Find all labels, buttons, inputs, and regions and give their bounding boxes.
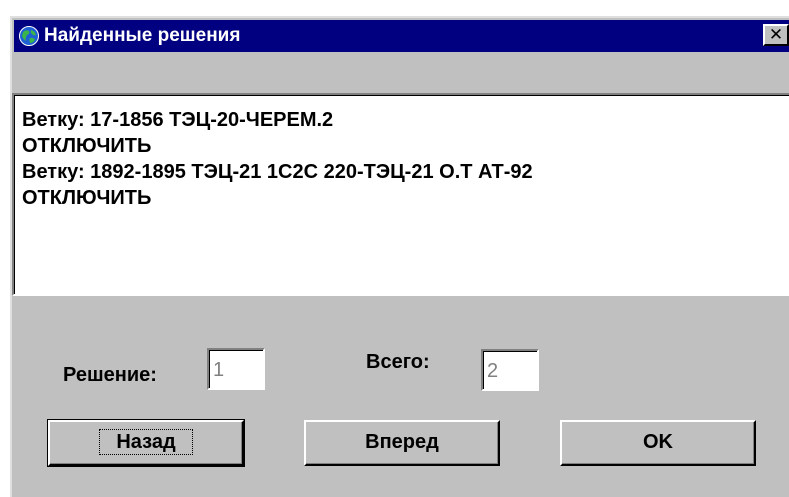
solution-text-area[interactable]: Ветку: 17-1856 ТЭЦ-20-ЧЕРЕМ.2 ОТКЛЮЧИТЬ … (12, 93, 789, 296)
back-button[interactable]: Назад (47, 419, 245, 467)
total-label: Всего: (366, 351, 430, 373)
solution-line: Ветку: 17-1856 ТЭЦ-20-ЧЕРЕМ.2 (22, 109, 334, 131)
solution-label: Решение: (63, 364, 157, 386)
globe-icon (18, 25, 40, 47)
ok-button[interactable]: OK (560, 420, 756, 466)
found-solutions-dialog: Найденные решения ✕ Ветку: 17-1856 ТЭЦ-2… (10, 16, 789, 497)
forward-button[interactable]: Вперед (304, 420, 500, 466)
window-title: Найденные решения (44, 25, 241, 46)
solution-line: ОТКЛЮЧИТЬ (22, 187, 152, 209)
close-icon: ✕ (768, 25, 784, 44)
forward-button-label: Вперед (365, 431, 439, 453)
back-button-label: Назад (99, 429, 193, 455)
close-button[interactable]: ✕ (763, 24, 789, 46)
solution-line: ОТКЛЮЧИТЬ (22, 135, 152, 157)
solution-line: Ветку: 1892-1895 ТЭЦ-21 1С2С 220-ТЭЦ-21 … (22, 161, 533, 183)
title-bar[interactable]: Найденные решения ✕ (14, 20, 789, 52)
total-count-field[interactable]: 2 (481, 349, 539, 391)
ok-button-label: OK (643, 431, 673, 453)
solution-number-field[interactable]: 1 (207, 348, 265, 390)
